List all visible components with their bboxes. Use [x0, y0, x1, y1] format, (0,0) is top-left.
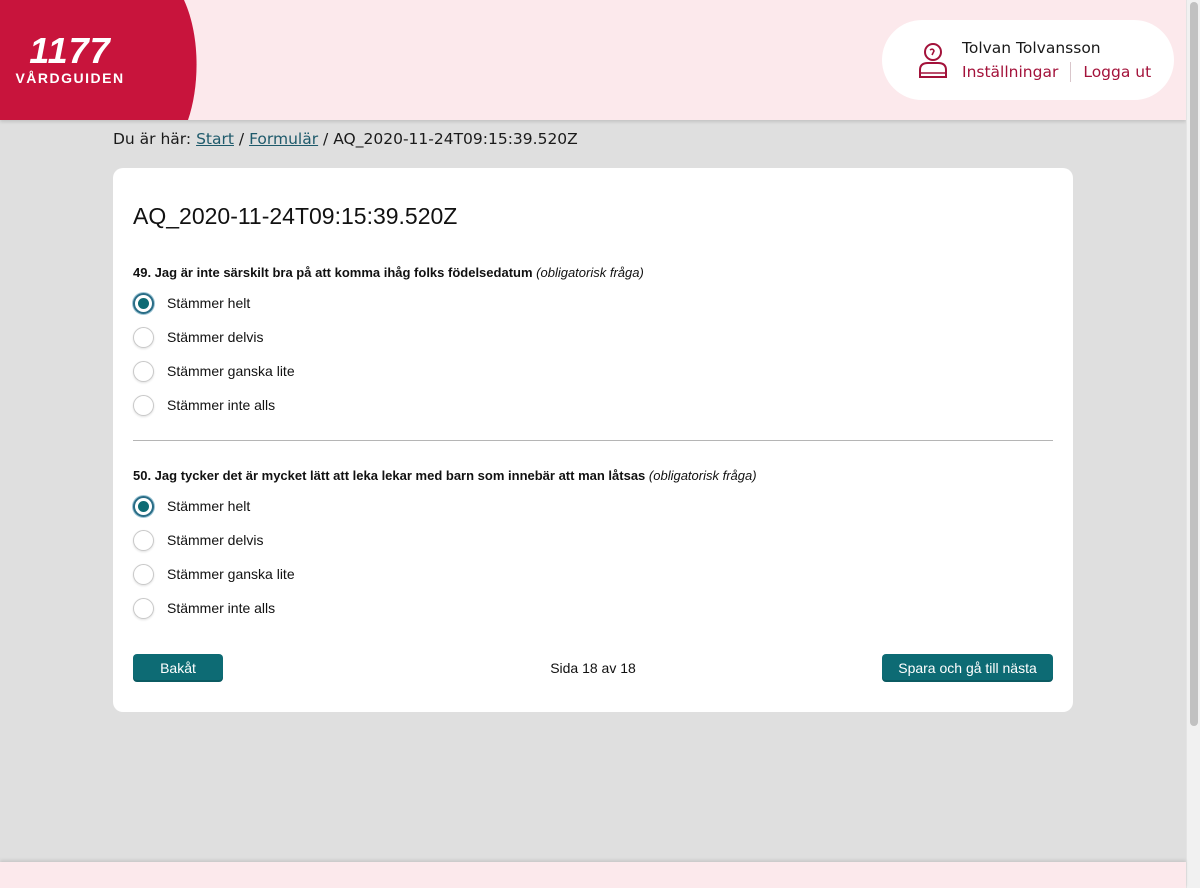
radio-button-checked[interactable] — [133, 495, 154, 517]
option-label: Stämmer inte alls — [167, 600, 276, 616]
logo-number: 1177 — [29, 30, 111, 71]
required-note: (obligatorisk fråga) — [536, 265, 644, 280]
breadcrumb-separator: / — [238, 130, 245, 148]
save-and-next-button[interactable]: Spara och gå till nästa — [882, 654, 1053, 682]
form-card: AQ_2020-11-24T09:15:39.520Z 49. Jag är i… — [113, 168, 1073, 712]
q49-option-1[interactable]: Stämmer helt — [133, 292, 250, 314]
logo-name: VÅRDGUIDEN — [15, 70, 125, 86]
back-button[interactable]: Bakåt — [133, 654, 223, 682]
q49-option-4[interactable]: Stämmer inte alls — [133, 394, 275, 416]
user-name: Tolvan Tolvansson — [962, 39, 1101, 57]
question-divider — [133, 440, 1053, 441]
breadcrumb-current: AQ_2020-11-24T09:15:39.520Z — [333, 130, 578, 148]
site-footer — [0, 862, 1186, 888]
page-scrollbar[interactable] — [1186, 0, 1200, 888]
scrollbar-thumb[interactable] — [1190, 2, 1198, 726]
option-label: Stämmer inte alls — [167, 397, 276, 413]
required-note: (obligatorisk fråga) — [648, 468, 757, 483]
q49-option-2[interactable]: Stämmer delvis — [133, 326, 263, 348]
radio-button[interactable] — [133, 563, 154, 585]
user-icon — [919, 43, 947, 78]
radio-button[interactable] — [133, 326, 154, 348]
question-49: 49. Jag är inte särskilt bra på att komm… — [133, 265, 644, 280]
user-panel: Tolvan Tolvansson Inställningar Logga ut — [882, 20, 1174, 100]
user-links: Inställningar Logga ut — [962, 62, 1151, 82]
settings-link[interactable]: Inställningar — [962, 63, 1058, 81]
option-label: Stämmer delvis — [167, 329, 264, 345]
option-label: Stämmer ganska lite — [167, 566, 295, 582]
q50-option-2[interactable]: Stämmer delvis — [133, 529, 263, 551]
radio-button-checked[interactable] — [133, 292, 154, 314]
question-text: 50. Jag tycker det är mycket lätt att le… — [133, 468, 646, 483]
breadcrumb-link-start[interactable]: Start — [196, 130, 234, 148]
breadcrumb-separator: / — [323, 130, 329, 148]
breadcrumb-link-forms[interactable]: Formulär — [249, 130, 318, 148]
q49-option-3[interactable]: Stämmer ganska lite — [133, 360, 295, 382]
question-text: 49. Jag är inte särskilt bra på att komm… — [133, 265, 533, 280]
page-title: AQ_2020-11-24T09:15:39.520Z — [133, 203, 458, 229]
breadcrumb-prefix: Du är här: — [113, 130, 192, 148]
option-label: Stämmer delvis — [167, 532, 264, 548]
logout-link[interactable]: Logga ut — [1083, 63, 1151, 81]
breadcrumb: Du är här: Start / Formulär / AQ_2020-11… — [113, 130, 578, 148]
option-label: Stämmer helt — [167, 295, 251, 311]
q50-option-3[interactable]: Stämmer ganska lite — [133, 563, 295, 585]
radio-button[interactable] — [133, 597, 154, 619]
link-separator — [1070, 62, 1072, 82]
radio-button[interactable] — [133, 394, 154, 416]
radio-button[interactable] — [133, 529, 154, 551]
q50-option-1[interactable]: Stämmer helt — [133, 495, 250, 517]
question-50: 50. Jag tycker det är mycket lätt att le… — [133, 468, 757, 483]
site-header: 1177 VÅRDGUIDEN Tolvan Tolvansson Instäl… — [0, 0, 1186, 120]
page-indicator: Sida 18 av 18 — [550, 660, 636, 676]
radio-button[interactable] — [133, 360, 154, 382]
q50-option-4[interactable]: Stämmer inte alls — [133, 597, 275, 619]
option-label: Stämmer helt — [167, 498, 251, 514]
option-label: Stämmer ganska lite — [167, 363, 295, 379]
brand-logo[interactable]: 1177 VÅRDGUIDEN — [0, 0, 200, 120]
